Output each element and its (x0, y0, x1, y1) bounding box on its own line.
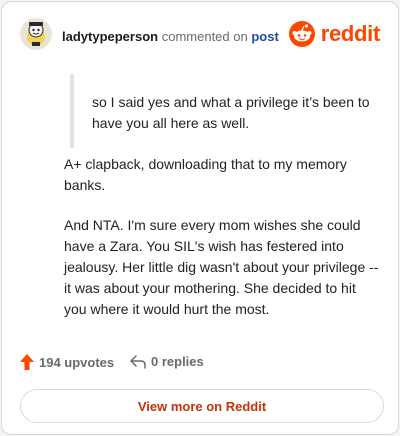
reply-arrow-icon (130, 354, 146, 369)
comment-card: ladytypeperson commented on post reddit … (1, 1, 399, 435)
upvote-button[interactable]: 194 upvotes (20, 354, 114, 370)
reddit-snoo-icon (288, 21, 315, 47)
avatar-icon (20, 18, 52, 50)
user-avatar[interactable] (20, 18, 52, 50)
upvote-arrow-icon (20, 354, 34, 370)
comment-header: ladytypeperson commented on post reddit (20, 18, 380, 52)
view-more-button[interactable]: View more on Reddit (20, 389, 384, 423)
replies-button[interactable]: 0 replies (130, 354, 204, 369)
comment-paragraph: A+ clapback, downloading that to my memo… (64, 156, 347, 193)
reddit-logo[interactable]: reddit (288, 20, 381, 48)
comment-paragraph: And NTA. I'm sure every mom wishes she c… (64, 217, 379, 317)
comment-meta: ladytypeperson commented on post (62, 29, 279, 44)
quoted-text-block: so I said yes and what a privilege it’s … (70, 74, 392, 148)
commented-on-text: commented on (161, 29, 248, 44)
upvote-count: 194 upvotes (39, 354, 115, 370)
replies-count: 0 replies (151, 354, 204, 369)
quote-text: so I said yes and what a privilege it’s … (92, 94, 370, 131)
reddit-wordmark: reddit (320, 21, 381, 46)
username-link[interactable]: ladytypeperson (62, 29, 158, 44)
post-link[interactable]: post (251, 29, 278, 44)
comment-body: A+ clapback, downloading that to my memo… (64, 154, 382, 339)
